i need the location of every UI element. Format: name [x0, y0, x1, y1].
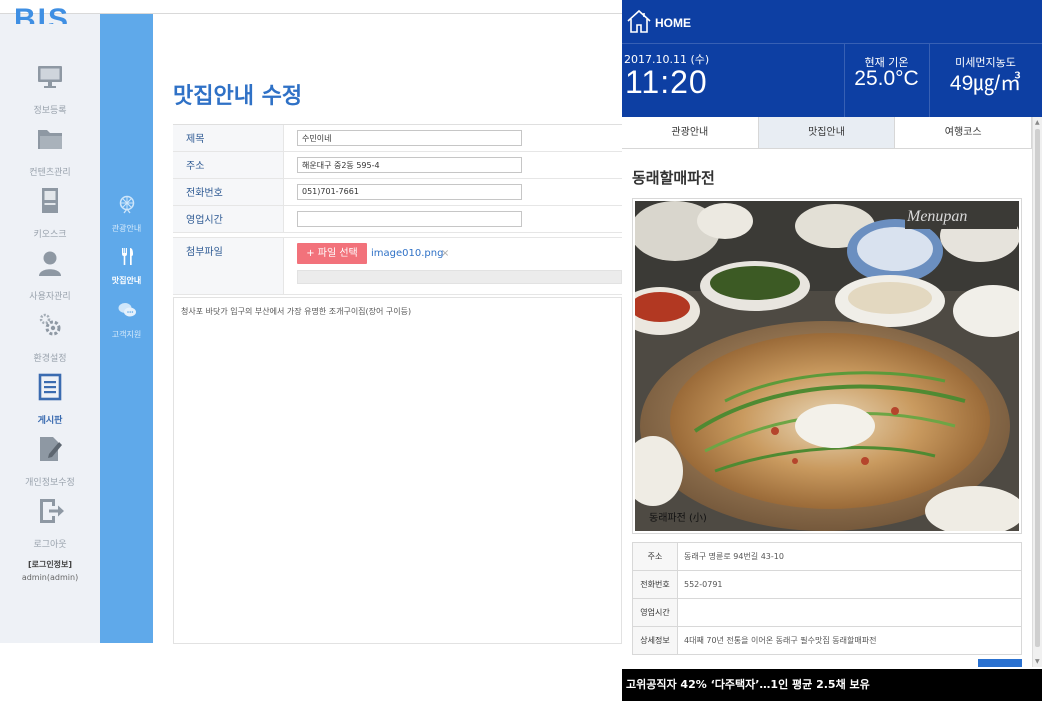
pajeon-photo: Menupan 동래파전 (小)	[635, 201, 1019, 531]
scrollbar-thumb[interactable]	[1035, 129, 1040, 647]
form-row-hours: 영업시간	[173, 206, 622, 233]
remove-file-icon[interactable]: ×	[441, 248, 449, 259]
sidebar-item-users[interactable]: 사용자관리	[0, 248, 100, 303]
temperature-value: 25.0°C	[854, 67, 919, 90]
info-label: 상세정보	[632, 626, 678, 655]
restaurant-info-table: 주소 동래구 명륜로 94번길 43-10 전화번호 552-0791 영업시간…	[632, 542, 1022, 655]
gear-icon	[39, 313, 61, 336]
phone-input[interactable]: 051)701-7661	[297, 184, 522, 200]
field-label: 전화번호	[173, 179, 284, 205]
info-value	[677, 598, 1022, 627]
table-row: 전화번호 552-0791	[632, 570, 1022, 599]
kiosk-header: HOME 2017.10.11 (수) 11:20 현재 기온 25.0°C 미…	[622, 0, 1042, 117]
info-value: 4대째 70년 전통을 이어온 동래구 필수맛집 동래할매파전	[677, 626, 1022, 655]
fine-dust-value: 49㎍/㎥	[949, 72, 1022, 95]
main-sidebar: BIS 정보등록 컨텐츠관리 키오스크 사용자관리	[0, 8, 100, 643]
sidebar-item-label: 정보등록	[33, 106, 67, 116]
page-title: 맛집안내 수정	[173, 84, 303, 109]
file-select-button[interactable]: + 파일 선택	[297, 243, 367, 264]
home-icon[interactable]	[626, 8, 652, 34]
form-row-attachment: 첨부파일 + 파일 선택 image010.png ×	[173, 237, 622, 295]
subbar-item-restaurant[interactable]: 맛집안내	[100, 246, 153, 287]
app-logo: BIS	[14, 8, 70, 24]
sidebar-item-label: 개인정보수정	[25, 478, 75, 488]
sidebar-item-settings[interactable]: 환경설정	[0, 310, 100, 365]
sidebar-item-label: 키오스크	[33, 230, 67, 240]
kiosk-action-button[interactable]	[978, 659, 1022, 667]
subbar-item-support[interactable]: 고객지원	[100, 300, 153, 341]
field-label: 주소	[173, 152, 284, 178]
sidebar-item-content[interactable]: 컨텐츠관리	[0, 124, 100, 179]
sidebar-item-label: 게시판	[37, 416, 63, 426]
sidebar-item-profile-edit[interactable]: 개인정보수정	[0, 434, 100, 489]
user-icon	[39, 251, 61, 276]
form-row-title: 제목 수민이네	[173, 125, 622, 152]
restaurant-photo: Menupan 동래파전 (小)	[632, 198, 1022, 534]
sidebar-item-label: 환경설정	[33, 354, 67, 364]
info-label: 영업시간	[632, 598, 678, 627]
info-value: 552-0791	[677, 570, 1022, 599]
hours-input[interactable]	[297, 211, 522, 227]
sidebar-item-label: 로그아웃	[33, 540, 67, 550]
title-input[interactable]: 수민이네	[297, 130, 522, 146]
table-row: 영업시간	[632, 598, 1022, 627]
sidebar-item-label: 사용자관리	[29, 292, 71, 302]
sidebar-item-info-register[interactable]: 정보등록	[0, 62, 100, 117]
restaurant-name: 동래할매파전	[632, 169, 715, 187]
kiosk-icon	[42, 188, 58, 213]
tab-restaurant[interactable]: 맛집안내	[758, 117, 896, 148]
field-label: 첨부파일	[173, 238, 284, 294]
field-label: 제목	[173, 125, 284, 151]
sidebar-item-board[interactable]: 게시판	[0, 372, 100, 427]
fork-knife-icon	[121, 248, 133, 265]
kiosk-preview: HOME 2017.10.11 (수) 11:20 현재 기온 25.0°C 미…	[622, 0, 1042, 701]
subbar-item-label: 맛집안내	[111, 276, 142, 285]
address-input[interactable]: 해운대구 중2동 595-4	[297, 157, 522, 173]
photo-caption: 동래파전 (小)	[649, 512, 707, 524]
logout-icon	[40, 499, 64, 523]
kiosk-time: 11:20	[625, 64, 708, 100]
info-label: 주소	[632, 542, 678, 571]
field-label: 영업시간	[173, 206, 284, 232]
table-row: 상세정보 4대째 70년 전통을 이어온 동래구 필수맛집 동래할매파전	[632, 626, 1022, 655]
form-row-phone: 전화번호 051)701-7661	[173, 179, 622, 206]
home-label[interactable]: HOME	[655, 16, 691, 30]
tab-tour[interactable]: 관광안내	[622, 117, 759, 148]
scroll-down-icon[interactable]: ▼	[1035, 658, 1040, 665]
ferris-wheel-icon	[119, 195, 134, 214]
subbar-item-tour[interactable]: 관광안내	[100, 194, 153, 235]
login-info-title: [로그인정보]	[27, 560, 73, 569]
folder-icon	[38, 130, 62, 149]
screen: BIS 정보등록 컨텐츠관리 키오스크 사용자관리	[0, 0, 1042, 701]
kiosk-tabs: 관광안내 맛집안내 여행코스	[622, 117, 1033, 149]
table-row: 주소 동래구 명륜로 94번길 43-10	[632, 542, 1022, 571]
board-icon	[38, 373, 62, 401]
file-upload-bar	[297, 270, 622, 284]
info-value: 동래구 명륜로 94번길 43-10	[677, 542, 1022, 571]
news-ticker: 고위공직자 42% ‘다주택자’…1인 평균 2.5채 보유	[622, 669, 1042, 701]
form-row-address: 주소 해운대구 중2동 595-4	[173, 152, 622, 179]
edit-form: 제목 수민이네 주소 해운대구 중2동 595-4 전화번호 051)701-7…	[173, 124, 622, 295]
kiosk-scrollbar[interactable]: ▲ ▼	[1032, 117, 1042, 667]
edit-icon	[40, 437, 62, 461]
sidebar-item-label: 컨텐츠관리	[29, 168, 71, 178]
monitor-icon	[38, 66, 62, 88]
chat-bubble-icon	[118, 303, 136, 317]
login-info: [로그인정보] admin(admin)	[0, 558, 100, 584]
login-info-user: admin(admin)	[21, 573, 79, 582]
tab-course[interactable]: 여행코스	[895, 117, 1033, 148]
sidebar-item-kiosk[interactable]: 키오스크	[0, 186, 100, 241]
attached-filename: image010.png	[371, 248, 444, 259]
photo-watermark: Menupan	[906, 208, 967, 225]
subbar-item-label: 고객지원	[111, 330, 142, 339]
info-label: 전화번호	[632, 570, 678, 599]
subbar-item-label: 관광안내	[111, 224, 142, 233]
sidebar-item-logout[interactable]: 로그아웃	[0, 496, 100, 551]
scroll-up-icon[interactable]: ▲	[1035, 119, 1040, 126]
description-editor[interactable]: 청사포 바닷가 입구의 부산에서 가장 유명한 조개구이집(장어 구이등)	[173, 297, 622, 644]
sub-sidebar: 관광안내 맛집안내 고객지원	[100, 14, 153, 643]
header-divider	[622, 43, 1042, 44]
